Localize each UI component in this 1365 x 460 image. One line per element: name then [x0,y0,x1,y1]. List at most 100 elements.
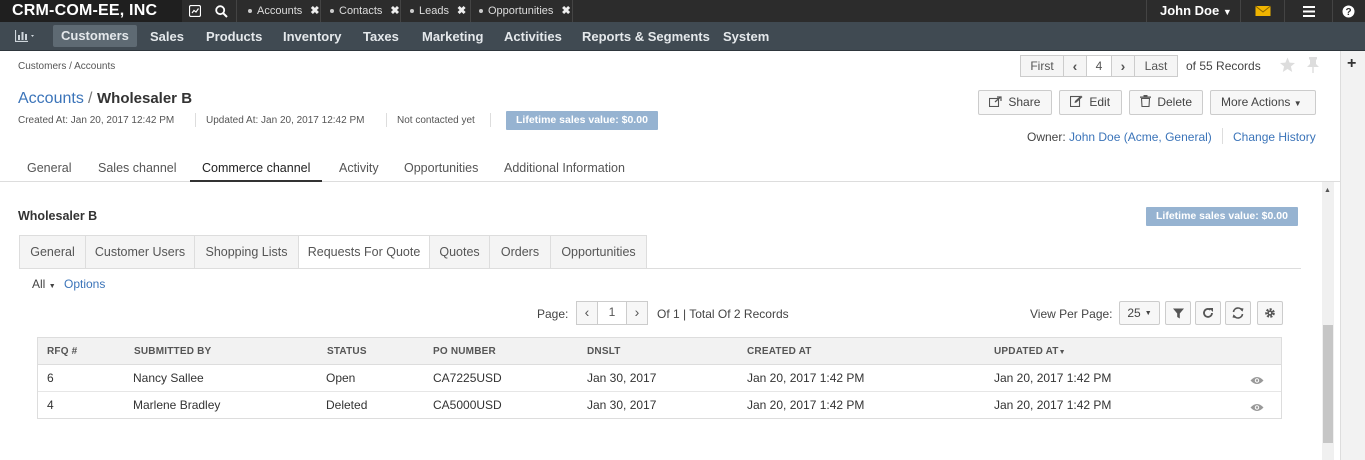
table-row[interactable]: 6 Nancy Sallee Open CA7225USD Jan 30, 20… [38,365,1281,392]
gear-icon [1265,308,1275,318]
dashboard-icon[interactable] [182,0,208,22]
filter-all-dropdown[interactable]: All ▼ [32,277,56,291]
close-icon[interactable]: ✖ [390,5,399,17]
column-header-submitted-by[interactable]: SUBMITTED BY [134,338,211,365]
pager-current-input[interactable]: 4 [1086,55,1112,77]
scroll-up-icon[interactable]: ▲ [1324,187,1331,194]
plus-icon[interactable]: + [1347,55,1356,73]
records-count: of 55 Records [1186,59,1261,73]
column-header-dnslt[interactable]: DNSLT [587,338,621,365]
tab-commerce-channel[interactable]: Commerce channel [190,155,323,182]
grid-header: RFQ # SUBMITTED BY STATUS PO NUMBER DNSL… [38,338,1281,365]
menu-reports-segments[interactable]: Reports & Segments [582,22,710,51]
subtab-orders[interactable]: Orders [489,235,551,269]
table-row[interactable]: 4 Marlene Bradley Deleted CA5000USD Jan … [38,392,1281,419]
column-header-updated-at[interactable]: UPDATED AT▼ [994,338,1066,366]
caret-down-icon: ▼ [1144,309,1152,317]
cell-rfq: 4 [47,398,54,412]
search-icon[interactable] [208,0,234,22]
change-history-link[interactable]: Change History [1233,130,1316,144]
filter-icon [1172,308,1184,318]
cell-submitted-by: Nancy Sallee [133,371,204,385]
chevron-right-icon: › [634,304,640,320]
grid-settings-button[interactable] [1257,301,1283,325]
subtab-customer-users[interactable]: Customer Users [85,235,195,269]
more-actions-button[interactable]: More Actions ▼ [1210,90,1316,115]
cell-status: Open [326,371,356,385]
view-eye-icon[interactable] [1250,401,1264,415]
view-eye-icon[interactable] [1250,374,1264,388]
org-name[interactable]: CRM-COM-EE, INC [0,0,182,22]
edit-button[interactable]: Edit [1059,90,1122,115]
pager-first-button[interactable]: First [1020,55,1064,77]
menu-products[interactable]: Products [206,22,262,51]
column-header-created-at[interactable]: CREATED AT [747,338,812,365]
section-lifetime-sales-badge: Lifetime sales value: $0.00 [1146,207,1298,226]
menu-activities[interactable]: Activities [504,22,562,51]
reset-button[interactable] [1225,301,1251,325]
subtab-shopping-lists[interactable]: Shopping Lists [194,235,299,269]
pinned-tab-leads[interactable]: Leads ✖ [402,0,466,22]
view-per-page-dropdown[interactable]: 25 ▼ [1119,301,1160,325]
menu-system[interactable]: System [723,22,769,51]
menu-customers[interactable]: Customers [53,25,137,47]
close-icon[interactable]: ✖ [310,5,319,17]
menu-inventory[interactable]: Inventory [283,22,342,51]
pager-last-button[interactable]: Last [1134,55,1178,77]
pinned-tab-opportunities[interactable]: Opportunities ✖ [471,0,571,22]
pinned-tab-accounts[interactable]: Accounts ✖ [240,0,319,22]
scrollbar-thumb[interactable] [1323,325,1333,443]
cell-submitted-by: Marlene Bradley [133,398,221,412]
cell-updated-at: Jan 20, 2017 1:42 PM [994,398,1112,412]
pinned-tab-contacts[interactable]: Contacts ✖ [322,0,400,22]
column-header-rfq[interactable]: RFQ # [47,338,77,365]
chevron-left-icon: ‹ [584,304,590,320]
share-button[interactable]: Share [978,90,1052,115]
user-menu[interactable]: John Doe ▼ [1148,0,1240,22]
accounts-link[interactable]: Accounts [18,90,84,108]
pin-icon[interactable] [1306,57,1320,76]
subtab-requests-for-quote[interactable]: Requests For Quote [298,235,430,269]
subtab-general[interactable]: General [19,235,86,269]
grid-next-button[interactable]: › [626,301,648,325]
more-actions-label: More Actions [1221,95,1291,109]
owner-link[interactable]: John Doe [1069,130,1120,144]
grid-page-input[interactable]: 1 [597,301,627,325]
tab-general[interactable]: General [27,155,71,182]
menu-marketing[interactable]: Marketing [422,22,483,51]
menu-taxes[interactable]: Taxes [363,22,399,51]
caret-down-icon: ▼ [1222,7,1232,17]
menu-sales[interactable]: Sales [150,22,184,51]
refresh-button[interactable] [1195,301,1221,325]
pager-next-button[interactable]: › [1111,55,1135,77]
mail-icon[interactable] [1250,0,1276,22]
tab-sales-channel[interactable]: Sales channel [98,155,177,182]
close-icon[interactable]: ✖ [457,5,466,17]
caret-down-icon: ▼ [1293,99,1302,108]
sync-icon [1232,307,1244,319]
cell-po-number: CA5000USD [433,398,502,412]
column-header-po-number[interactable]: PO NUMBER [433,338,496,365]
star-icon[interactable] [1279,57,1296,76]
grid-prev-button[interactable]: ‹ [576,301,598,325]
delete-button[interactable]: Delete [1129,90,1203,115]
pager-prev-button[interactable]: ‹ [1063,55,1087,77]
hamburger-menu-icon[interactable] [1296,0,1322,22]
options-link[interactable]: Options [64,277,105,291]
cell-created-at: Jan 20, 2017 1:42 PM [747,398,865,412]
owner-org-link[interactable]: (Acme, General) [1124,130,1212,144]
filter-button[interactable] [1165,301,1191,325]
tab-activity[interactable]: Activity [339,155,379,182]
owner-label: Owner: [1027,130,1066,144]
subtab-quotes[interactable]: Quotes [429,235,490,269]
grid-total-records: Of 1 | Total Of 2 Records [657,307,789,321]
column-header-status[interactable]: STATUS [327,338,367,365]
tab-additional-information[interactable]: Additional Information [504,155,625,182]
tab-opportunities[interactable]: Opportunities [404,155,478,182]
view-per-page-label: View Per Page: [1030,307,1113,321]
help-icon[interactable]: ? [1335,0,1361,22]
subtab-opportunities[interactable]: Opportunities [550,235,647,269]
dashboard-chart-icon[interactable] [10,25,42,47]
created-at: Created At: Jan 20, 2017 12:42 PM [18,115,175,126]
close-icon[interactable]: ✖ [561,5,570,17]
